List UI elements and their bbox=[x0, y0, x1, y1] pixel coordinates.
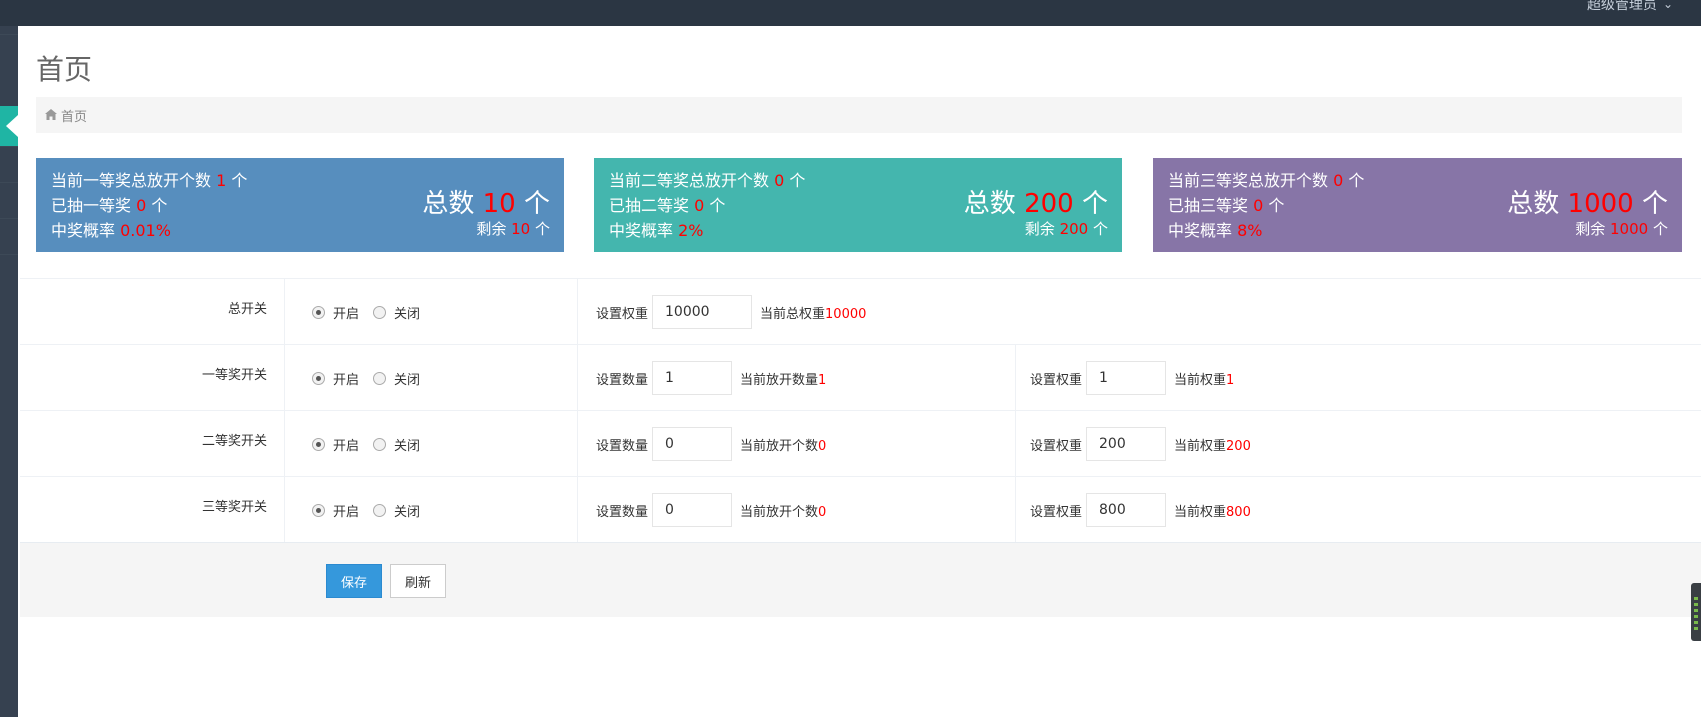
quantity-field-group: 设置数量 当前放开个数0 bbox=[596, 477, 826, 543]
row-label: 二等奖开关 bbox=[20, 411, 285, 477]
radio-off[interactable]: 关闭 bbox=[373, 501, 420, 520]
sidebar-divider bbox=[0, 182, 18, 183]
quantity-field-group: 设置数量 当前放开数量1 bbox=[596, 345, 826, 411]
switch-radio-group: 开启 关闭 bbox=[298, 345, 578, 411]
stat-line: 中奖概率 2% bbox=[609, 221, 704, 240]
stat-total: 总数 200 个 bbox=[963, 189, 1108, 219]
first-prize-quantity-input[interactable] bbox=[652, 361, 733, 395]
radio-checked-icon[interactable] bbox=[312, 305, 325, 319]
field-label: 设置权重 bbox=[1030, 372, 1083, 388]
field-note: 当前权重1 bbox=[1174, 372, 1235, 388]
form-row-master-switch: 总开关 开启 关闭 设置权重 当前总权重10000 bbox=[20, 278, 1701, 345]
stat-remain: 剩余 200 个 bbox=[1024, 220, 1108, 238]
third-prize-quantity-input[interactable] bbox=[652, 493, 733, 527]
radio-on[interactable]: 开启 bbox=[312, 501, 359, 520]
breadcrumb-home-link[interactable]: 首页 bbox=[61, 106, 87, 125]
field-note: 当前放开个数0 bbox=[740, 504, 827, 520]
field-label: 设置数量 bbox=[596, 438, 649, 454]
stat-line: 已抽一等奖 0 个 bbox=[51, 196, 168, 215]
weight-field-group: 设置权重 当前总权重10000 bbox=[596, 279, 866, 345]
stat-total: 总数 10 个 bbox=[422, 189, 550, 219]
radio-off[interactable]: 关闭 bbox=[373, 369, 420, 388]
quantity-field-group: 设置数量 当前放开个数0 bbox=[596, 411, 826, 477]
user-name: 超级管理员 bbox=[1586, 0, 1657, 13]
stat-total: 总数 1000 个 bbox=[1507, 189, 1668, 219]
prize-settings-form: 总开关 开启 关闭 设置权重 当前总权重10000 一等奖开关 开启 关闭 设置… bbox=[20, 278, 1701, 543]
field-note: 当前放开个数0 bbox=[740, 438, 827, 454]
radio-on[interactable]: 开启 bbox=[312, 303, 359, 322]
radio-checked-icon[interactable] bbox=[312, 437, 325, 451]
stat-remain: 剩余 10 个 bbox=[476, 220, 550, 238]
stat-line: 已抽二等奖 0 个 bbox=[609, 196, 726, 215]
stat-line: 已抽三等奖 0 个 bbox=[1168, 196, 1285, 215]
radio-on[interactable]: 开启 bbox=[312, 369, 359, 388]
third-prize-weight-input[interactable] bbox=[1086, 493, 1167, 527]
weight-field-group: 设置权重 当前权重200 bbox=[1015, 411, 1251, 477]
stat-remain: 剩余 1000 个 bbox=[1575, 220, 1668, 238]
switch-radio-group: 开启 关闭 bbox=[298, 279, 578, 345]
field-note: 当前放开数量1 bbox=[740, 372, 827, 388]
home-icon bbox=[45, 108, 57, 120]
form-row-first-prize: 一等奖开关 开启 关闭 设置数量 当前放开数量1 设置权重 当前权重1 bbox=[20, 344, 1701, 411]
stat-line: 中奖概率 8% bbox=[1168, 221, 1263, 240]
weight-field-group: 设置权重 当前权重1 bbox=[1015, 345, 1234, 411]
row-label: 三等奖开关 bbox=[20, 477, 285, 543]
sidebar bbox=[0, 26, 18, 717]
form-actions: 保存 刷新 bbox=[20, 542, 1701, 617]
switch-radio-group: 开启 关闭 bbox=[298, 411, 578, 477]
radio-checked-icon[interactable] bbox=[312, 503, 325, 517]
first-prize-stat-box: 当前一等奖总放开个数 1 个 已抽一等奖 0 个 中奖概率 0.01% 总数 1… bbox=[36, 158, 564, 252]
radio-unchecked-icon[interactable] bbox=[373, 371, 387, 385]
scroll-indicator[interactable] bbox=[1691, 583, 1701, 641]
field-note: 当前权重800 bbox=[1174, 504, 1251, 520]
field-label: 设置数量 bbox=[596, 504, 649, 520]
refresh-button[interactable]: 刷新 bbox=[390, 564, 446, 598]
radio-off[interactable]: 关闭 bbox=[373, 435, 420, 454]
radio-unchecked-icon[interactable] bbox=[373, 503, 387, 517]
page-title: 首页 bbox=[36, 53, 93, 86]
stat-line: 中奖概率 0.01% bbox=[51, 221, 171, 240]
third-prize-stat-box: 当前三等奖总放开个数 0 个 已抽三等奖 0 个 中奖概率 8% 总数 1000… bbox=[1153, 158, 1682, 252]
sidebar-toggle[interactable] bbox=[0, 106, 18, 146]
first-prize-weight-input[interactable] bbox=[1086, 361, 1167, 395]
sidebar-divider bbox=[0, 254, 18, 255]
radio-unchecked-icon[interactable] bbox=[373, 437, 387, 451]
sidebar-divider bbox=[0, 34, 18, 35]
radio-on[interactable]: 开启 bbox=[312, 435, 359, 454]
radio-off[interactable]: 关闭 bbox=[373, 303, 420, 322]
radio-checked-icon[interactable] bbox=[312, 371, 325, 385]
form-row-second-prize: 二等奖开关 开启 关闭 设置数量 当前放开个数0 设置权重 当前权重200 bbox=[20, 410, 1701, 477]
main-content: 首页 首页 当前一等奖总放开个数 1 个 已抽一等奖 0 个 中奖概率 0.01… bbox=[18, 26, 1701, 717]
chevron-down-icon: ⌄ bbox=[1662, 0, 1673, 11]
stat-line: 当前二等奖总放开个数 0 个 bbox=[609, 171, 806, 190]
field-label: 设置权重 bbox=[596, 306, 649, 322]
second-prize-quantity-input[interactable] bbox=[652, 427, 733, 461]
total-weight-input[interactable] bbox=[652, 295, 753, 329]
second-prize-weight-input[interactable] bbox=[1086, 427, 1167, 461]
user-menu[interactable]: 超级管理员 ⌄ bbox=[1586, 0, 1673, 13]
field-label: 设置数量 bbox=[596, 372, 649, 388]
field-label: 设置权重 bbox=[1030, 438, 1083, 454]
form-row-third-prize: 三等奖开关 开启 关闭 设置数量 当前放开个数0 设置权重 当前权重800 bbox=[20, 476, 1701, 543]
sidebar-divider bbox=[0, 218, 18, 219]
top-navbar: 超级管理员 ⌄ bbox=[0, 0, 1701, 26]
row-label: 一等奖开关 bbox=[20, 345, 285, 411]
field-label: 设置权重 bbox=[1030, 504, 1083, 520]
second-prize-stat-box: 当前二等奖总放开个数 0 个 已抽二等奖 0 个 中奖概率 2% 总数 200 … bbox=[594, 158, 1122, 252]
row-label: 总开关 bbox=[20, 279, 285, 345]
radio-unchecked-icon[interactable] bbox=[373, 305, 387, 319]
field-note: 当前总权重10000 bbox=[760, 306, 867, 322]
breadcrumb: 首页 bbox=[36, 97, 1682, 133]
stat-line: 当前一等奖总放开个数 1 个 bbox=[51, 171, 248, 190]
save-button[interactable]: 保存 bbox=[326, 564, 382, 598]
sidebar-divider bbox=[0, 146, 18, 147]
stat-line: 当前三等奖总放开个数 0 个 bbox=[1168, 171, 1365, 190]
switch-radio-group: 开启 关闭 bbox=[298, 477, 578, 543]
field-note: 当前权重200 bbox=[1174, 438, 1251, 454]
weight-field-group: 设置权重 当前权重800 bbox=[1015, 477, 1251, 543]
